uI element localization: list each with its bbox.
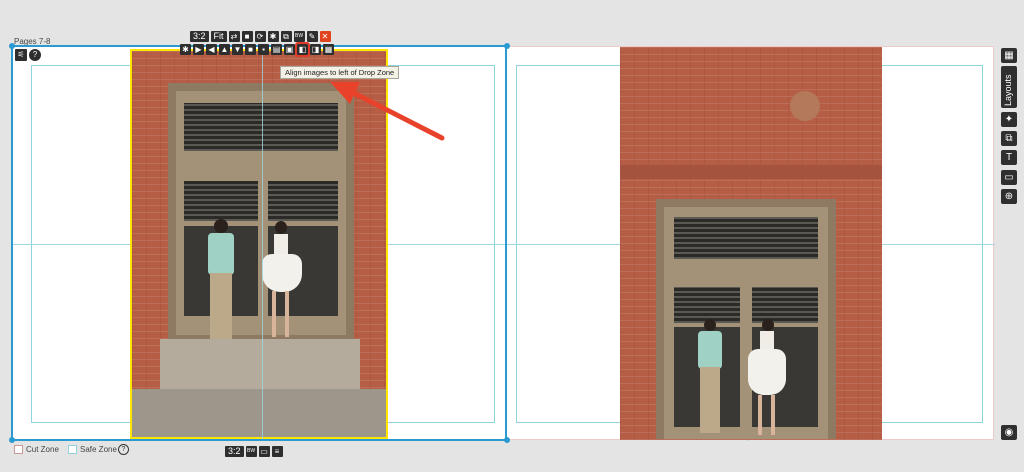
edit-icon[interactable]: ✎	[306, 31, 318, 42]
align-left-dropzone-button[interactable]: ◧	[295, 42, 310, 57]
swap-icon[interactable]: ⇄	[228, 31, 240, 42]
grid-icon[interactable]: ▦	[1001, 48, 1017, 63]
selection-handle[interactable]	[504, 43, 510, 49]
selection-handle[interactable]	[9, 437, 15, 443]
selection-handle[interactable]	[504, 437, 510, 443]
align-toolbar: ✱ ▶ ◀ ▲ ▼ ■ ▪ ▤ ▣ ◧ ◨ ▦	[180, 42, 334, 57]
duplicate-icon[interactable]: ⧉	[1001, 131, 1017, 146]
align-button[interactable]: ■	[245, 44, 256, 55]
bottom-frame-button[interactable]: ▭	[258, 446, 270, 457]
help-icon[interactable]: ?	[29, 49, 41, 61]
text-icon[interactable]: T	[1001, 150, 1017, 165]
align-button[interactable]: ▪	[258, 44, 269, 55]
preview-eye-icon[interactable]: ◉	[1001, 425, 1017, 440]
bottom-bw-button[interactable]: BW	[245, 446, 257, 457]
align-button[interactable]: ▼	[232, 44, 243, 55]
photo-right[interactable]	[620, 47, 882, 440]
adjust-icon[interactable]: ⚟	[15, 49, 27, 61]
cut-zone-swatch	[14, 445, 23, 455]
stop-icon[interactable]: ■	[241, 31, 253, 42]
photo-guide	[262, 49, 263, 439]
bottom-toolbar: 3:2 BW ▭ ≡	[225, 446, 283, 457]
cut-zone-legend: Cut Zone	[14, 445, 59, 455]
align-button[interactable]: ✱	[180, 44, 191, 55]
settings-icon[interactable]: ✱	[267, 31, 279, 42]
safe-zone-legend: Safe Zone	[68, 445, 117, 455]
image-toolbar: 3:2 Fit ⇄ ■ ⟳ ✱ ⧉ BW ✎ ✕	[190, 31, 331, 42]
bottom-menu-button[interactable]: ≡	[271, 446, 283, 457]
bottom-aspect-button[interactable]: 3:2	[225, 446, 244, 457]
aspect-ratio-button[interactable]: 3:2	[190, 31, 209, 42]
align-button[interactable]: ▤	[271, 44, 282, 55]
link-icon[interactable]: ⧉	[280, 31, 292, 42]
rotate-icon[interactable]: ⟳	[254, 31, 266, 42]
bw-button[interactable]: BW	[293, 31, 305, 42]
layouts-tab[interactable]: Layouts	[1001, 66, 1017, 108]
align-button[interactable]: ▲	[219, 44, 230, 55]
align-button[interactable]: ▶	[193, 44, 204, 55]
image-icon[interactable]: ▭	[1001, 170, 1017, 185]
close-button[interactable]: ✕	[319, 31, 331, 42]
align-button[interactable]: ▦	[323, 44, 334, 55]
align-button[interactable]: ◀	[206, 44, 217, 55]
safe-zone-swatch	[68, 445, 77, 455]
zoom-icon[interactable]: ⊕	[1001, 189, 1017, 204]
align-button[interactable]: ◨	[310, 44, 321, 55]
pin-icon[interactable]: ✦	[1001, 112, 1017, 127]
legend-help-icon[interactable]: ?	[118, 444, 129, 455]
layouts-label: Layouts	[1003, 74, 1013, 106]
align-button[interactable]: ▣	[284, 44, 295, 55]
annotation-arrow	[330, 82, 445, 141]
fit-button[interactable]: Fit	[210, 31, 227, 42]
